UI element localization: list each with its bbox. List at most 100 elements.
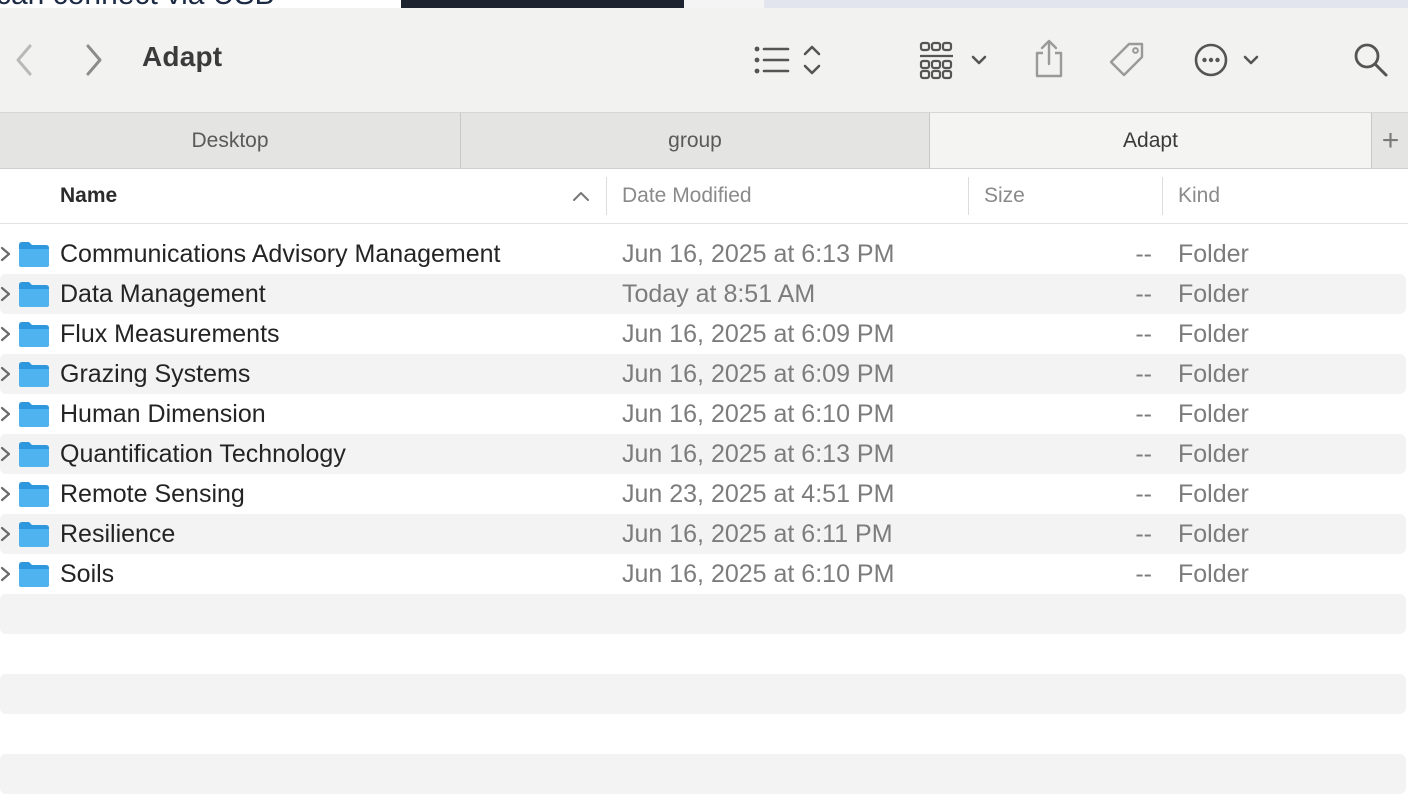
file-name: Resilience — [60, 519, 176, 548]
file-size: -- — [1135, 479, 1152, 508]
tab-adapt[interactable]: Adapt — [930, 113, 1371, 168]
file-size: -- — [1135, 399, 1152, 428]
folder-icon — [19, 522, 49, 547]
folder-icon — [19, 322, 49, 347]
table-row[interactable]: Resilience Jun 16, 2025 at 6:11 PM -- Fo… — [0, 514, 1406, 554]
disclosure-triangle-icon[interactable] — [0, 406, 12, 422]
file-date: Jun 16, 2025 at 6:09 PM — [622, 359, 895, 388]
file-name: Data Management — [60, 279, 266, 308]
file-name: Remote Sensing — [60, 479, 245, 508]
file-name: Flux Measurements — [60, 319, 280, 348]
file-list: Communications Advisory Management Jun 1… — [0, 234, 1408, 794]
file-name: Human Dimension — [60, 399, 266, 428]
file-date: Jun 16, 2025 at 6:13 PM — [622, 439, 895, 468]
tag-icon[interactable] — [1106, 38, 1148, 82]
chevron-right-icon[interactable] — [76, 40, 112, 80]
chevron-left-icon[interactable] — [6, 40, 42, 80]
empty-row — [0, 754, 1406, 794]
folder-icon — [19, 442, 49, 467]
table-row[interactable]: Human Dimension Jun 16, 2025 at 6:10 PM … — [0, 394, 1406, 434]
file-name: Quantification Technology — [60, 439, 346, 468]
share-icon[interactable] — [1028, 36, 1070, 82]
column-size[interactable]: Size — [984, 169, 1025, 223]
table-row[interactable]: Flux Measurements Jun 16, 2025 at 6:09 P… — [0, 314, 1406, 354]
table-row[interactable]: Grazing Systems Jun 16, 2025 at 6:09 PM … — [0, 354, 1406, 394]
column-name[interactable]: Name — [60, 169, 117, 223]
folder-icon — [19, 402, 49, 427]
disclosure-triangle-icon[interactable] — [0, 246, 12, 262]
file-name: Grazing Systems — [60, 359, 251, 388]
file-kind: Folder — [1178, 399, 1249, 428]
disclosure-triangle-icon[interactable] — [0, 286, 12, 302]
file-date: Jun 23, 2025 at 4:51 PM — [622, 479, 895, 508]
window-title: Adapt — [142, 41, 223, 72]
file-kind: Folder — [1178, 479, 1249, 508]
table-row[interactable]: Quantification Technology Jun 16, 2025 a… — [0, 434, 1406, 474]
file-date: Jun 16, 2025 at 6:10 PM — [622, 559, 895, 588]
tab-group[interactable]: group — [461, 113, 930, 168]
file-size: -- — [1135, 439, 1152, 468]
sort-ascending-icon[interactable] — [570, 186, 592, 206]
search-icon[interactable] — [1350, 38, 1392, 82]
column-divider[interactable] — [1162, 177, 1163, 215]
file-size: -- — [1135, 319, 1152, 348]
table-row[interactable]: Data Management Today at 8:51 AM -- Fold… — [0, 274, 1406, 314]
file-kind: Folder — [1178, 439, 1249, 468]
column-header: Name Date Modified Size Kind — [0, 169, 1408, 224]
background-dark-window — [401, 0, 684, 8]
table-row[interactable]: Soils Jun 16, 2025 at 6:10 PM -- Folder — [0, 554, 1406, 594]
empty-row — [0, 714, 1406, 754]
table-row[interactable]: Remote Sensing Jun 23, 2025 at 4:51 PM -… — [0, 474, 1406, 514]
folder-icon — [19, 282, 49, 307]
disclosure-triangle-icon[interactable] — [0, 486, 12, 502]
background-windows: can connect via USB — [0, 0, 1408, 8]
file-size: -- — [1135, 239, 1152, 268]
background-text: can connect via USB — [0, 0, 274, 8]
disclosure-triangle-icon[interactable] — [0, 326, 12, 342]
column-divider[interactable] — [606, 177, 607, 215]
folder-icon — [19, 562, 49, 587]
column-date-modified[interactable]: Date Modified — [622, 169, 752, 223]
grid-group-icon[interactable] — [916, 38, 992, 82]
file-kind: Folder — [1178, 359, 1249, 388]
tab-bar: Desktop group Adapt + — [0, 113, 1408, 169]
disclosure-triangle-icon[interactable] — [0, 566, 12, 582]
folder-icon — [19, 242, 49, 267]
column-kind[interactable]: Kind — [1178, 169, 1220, 223]
disclosure-triangle-icon[interactable] — [0, 526, 12, 542]
tab-label: Adapt — [1123, 128, 1178, 152]
tab-label: group — [668, 128, 722, 152]
file-date: Jun 16, 2025 at 6:11 PM — [622, 519, 893, 548]
file-size: -- — [1135, 559, 1152, 588]
file-date: Jun 16, 2025 at 6:09 PM — [622, 319, 895, 348]
column-divider[interactable] — [968, 177, 969, 215]
empty-row — [0, 674, 1406, 714]
file-size: -- — [1135, 519, 1152, 548]
list-view-icon[interactable] — [748, 38, 830, 82]
background-light-window — [764, 0, 1408, 8]
file-date: Today at 8:51 AM — [622, 279, 816, 308]
file-name: Soils — [60, 559, 115, 588]
background-window-gap — [684, 0, 764, 8]
file-date: Jun 16, 2025 at 6:13 PM — [622, 239, 895, 268]
empty-row — [0, 594, 1406, 634]
finder-toolbar: Adapt — [0, 8, 1408, 113]
new-tab-button[interactable]: + — [1371, 113, 1408, 168]
folder-icon — [19, 362, 49, 387]
file-kind: Folder — [1178, 559, 1249, 588]
tab-label: Desktop — [191, 128, 269, 152]
file-kind: Folder — [1178, 519, 1249, 548]
disclosure-triangle-icon[interactable] — [0, 446, 12, 462]
file-kind: Folder — [1178, 319, 1249, 348]
file-kind: Folder — [1178, 279, 1249, 308]
tab-desktop[interactable]: Desktop — [0, 113, 461, 168]
folder-icon — [19, 482, 49, 507]
empty-row — [0, 634, 1406, 674]
table-row[interactable]: Communications Advisory Management Jun 1… — [0, 234, 1406, 274]
file-size: -- — [1135, 279, 1152, 308]
file-name: Communications Advisory Management — [60, 239, 501, 268]
disclosure-triangle-icon[interactable] — [0, 366, 12, 382]
file-date: Jun 16, 2025 at 6:10 PM — [622, 399, 895, 428]
ellipsis-circle-icon[interactable] — [1192, 38, 1264, 82]
file-size: -- — [1135, 359, 1152, 388]
